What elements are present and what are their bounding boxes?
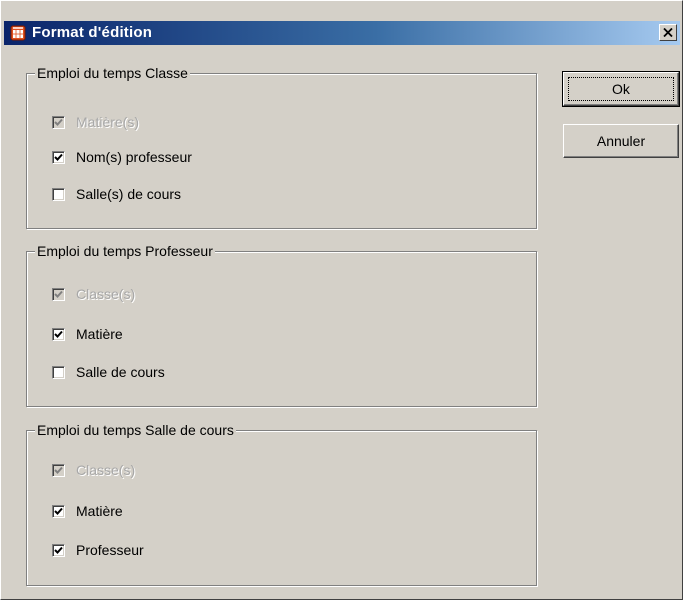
group-legend: Emploi du temps Classe [35,64,190,82]
checkmark-icon [54,546,63,554]
title-bar[interactable]: Format d'édition [4,21,680,45]
dialog-window: Format d'édition Emploi du temps Classe … [0,0,683,600]
checkbox-label: Professeur [76,542,144,558]
group-emploi-classe: Emploi du temps Classe Matière(s) Nom(s)… [26,64,537,229]
checkbox-box[interactable] [52,115,65,129]
checkmark-icon [54,153,63,161]
focus-rect [568,77,674,101]
checkbox-box[interactable] [52,327,65,341]
close-icon [663,28,673,37]
checkbox-classes[interactable]: Classe(s) [52,285,135,303]
checkbox-professeur[interactable]: Professeur [52,541,144,559]
group-legend: Emploi du temps Salle de cours [35,421,236,439]
checkbox-salle-de-cours[interactable]: Salle de cours [52,363,165,381]
checkmark-icon [54,507,63,515]
checkmark-icon [54,330,63,338]
checkbox-label: Matière [76,326,123,342]
checkbox-box[interactable] [52,504,65,518]
checkbox-box[interactable] [52,463,65,477]
checkbox-box[interactable] [52,150,65,164]
checkbox-classes[interactable]: Classe(s) [52,461,135,479]
checkbox-box[interactable] [52,287,65,301]
checkbox-matiere[interactable]: Matière [52,502,123,520]
checkbox-box[interactable] [52,187,65,201]
cancel-button-label: Annuler [596,133,646,149]
close-button[interactable] [659,24,677,41]
checkbox-label: Salle(s) de cours [76,186,182,202]
checkbox-noms-professeur[interactable]: Nom(s) professeur [52,148,192,166]
checkmark-icon [54,290,63,298]
ok-button[interactable]: Ok [562,71,680,107]
group-emploi-salle-de-cours: Emploi du temps Salle de cours Classe(s)… [26,421,537,586]
checkbox-label: Matière [76,503,123,519]
checkbox-label: Nom(s) professeur [76,149,192,165]
checkbox-box[interactable] [52,365,65,379]
calendar-app-icon[interactable] [10,25,26,41]
group-legend: Emploi du temps Professeur [35,242,215,260]
group-emploi-professeur: Emploi du temps Professeur Classe(s) Mat… [26,242,537,407]
checkbox-label: Matière(s) [76,114,140,130]
checkbox-matiere[interactable]: Matière [52,325,123,343]
cancel-button[interactable]: Annuler [563,124,679,158]
checkbox-label: Classe(s) [76,462,136,478]
checkbox-box[interactable] [52,543,65,557]
checkbox-label: Salle de cours [76,364,165,380]
checkmark-icon [54,118,63,126]
checkbox-matieres[interactable]: Matière(s) [52,113,139,131]
checkmark-icon [54,466,63,474]
checkbox-label: Classe(s) [76,286,136,302]
checkbox-salles-de-cours[interactable]: Salle(s) de cours [52,185,181,203]
window-title: Format d'édition [32,24,153,41]
